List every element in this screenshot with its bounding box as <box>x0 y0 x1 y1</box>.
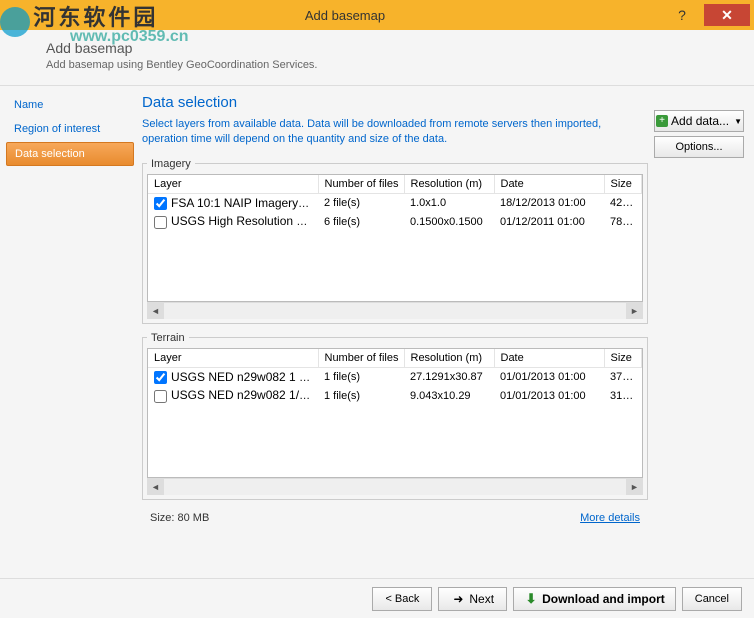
cell-layer: USGS High Resolution Orthoim... <box>171 214 318 228</box>
cell-layer: USGS NED n29w082 1/3 arc-sec... <box>171 388 318 402</box>
cell-files: 2 file(s) <box>318 193 404 212</box>
cell-res: 27.1291x30.87 <box>404 367 494 386</box>
col-size[interactable]: Size <box>604 349 642 368</box>
dialog-header: Add basemap Add basemap using Bentley Ge… <box>0 30 754 86</box>
close-button[interactable]: ✕ <box>704 4 750 26</box>
cell-date: 01/01/2013 01:00 <box>494 386 604 405</box>
titlebar: Add basemap ? ✕ <box>0 0 754 30</box>
scroll-left-icon[interactable]: ◄ <box>147 302 164 319</box>
header-subtitle: Add basemap using Bentley GeoCoordinatio… <box>46 59 736 71</box>
table-row[interactable]: USGS NED n29w082 1 arc-seco... 1 file(s)… <box>148 367 642 386</box>
group-imagery: Imagery Layer Number of files Resolution… <box>142 158 648 324</box>
row-checkbox[interactable] <box>154 197 167 210</box>
cell-files: 1 file(s) <box>318 367 404 386</box>
cell-date: 01/01/2013 01:00 <box>494 367 604 386</box>
col-date[interactable]: Date <box>494 349 604 368</box>
table-row[interactable]: USGS High Resolution Orthoim... 6 file(s… <box>148 212 642 231</box>
col-size[interactable]: Size <box>604 175 642 194</box>
download-icon: ⬇ <box>524 592 538 606</box>
col-files[interactable]: Number of files <box>318 349 404 368</box>
row-checkbox[interactable] <box>154 390 167 403</box>
cell-date: 01/12/2011 01:00 <box>494 212 604 231</box>
scroll-right-icon[interactable]: ► <box>626 302 643 319</box>
row-checkbox[interactable] <box>154 371 167 384</box>
cell-size: 781 MB <box>604 212 642 231</box>
col-layer[interactable]: Layer <box>148 175 318 194</box>
add-data-button[interactable]: + Add data... ▼ <box>654 110 744 132</box>
col-date[interactable]: Date <box>494 175 604 194</box>
cell-date: 18/12/2013 01:00 <box>494 193 604 212</box>
app-icon <box>4 4 26 26</box>
dialog-footer: < Back ➜ Next ⬇ Download and import Canc… <box>0 578 754 618</box>
header-title: Add basemap <box>46 40 736 56</box>
options-button[interactable]: Options... <box>654 136 744 158</box>
group-terrain: Terrain Layer Number of files Resolution… <box>142 332 648 500</box>
chevron-down-icon: ▼ <box>734 117 742 126</box>
sidebar-item-region[interactable]: Region of interest <box>6 118 134 140</box>
group-imagery-legend: Imagery <box>147 158 195 170</box>
group-terrain-legend: Terrain <box>147 332 189 344</box>
table-row[interactable]: USGS NED n29w082 1/3 arc-sec... 1 file(s… <box>148 386 642 405</box>
more-details-link[interactable]: More details <box>580 512 640 524</box>
terrain-listview[interactable]: Layer Number of files Resolution (m) Dat… <box>147 348 643 478</box>
plus-icon: + <box>656 115 668 127</box>
window-title: Add basemap <box>30 8 660 23</box>
col-res[interactable]: Resolution (m) <box>404 175 494 194</box>
cell-size: 42 MB <box>604 193 642 212</box>
page-title: Data selection <box>142 94 648 111</box>
cell-files: 6 file(s) <box>318 212 404 231</box>
imagery-listview[interactable]: Layer Number of files Resolution (m) Dat… <box>147 174 643 302</box>
cell-layer: FSA 10:1 NAIP Imagery m_2808... <box>171 196 318 210</box>
imagery-scrollbar[interactable]: ◄ ► <box>147 302 643 319</box>
scroll-right-icon[interactable]: ► <box>626 478 643 495</box>
terrain-scrollbar[interactable]: ◄ ► <box>147 478 643 495</box>
col-layer[interactable]: Layer <box>148 349 318 368</box>
cell-res: 0.1500x0.1500 <box>404 212 494 231</box>
total-size-label: Size: 80 MB <box>150 512 209 524</box>
next-icon: ➜ <box>451 592 465 606</box>
cell-res: 1.0x1.0 <box>404 193 494 212</box>
cell-files: 1 file(s) <box>318 386 404 405</box>
row-checkbox[interactable] <box>154 216 167 229</box>
page-description: Select layers from available data. Data … <box>142 117 648 148</box>
sidebar-item-data-selection[interactable]: Data selection <box>6 142 134 166</box>
cell-layer: USGS NED n29w082 1 arc-seco... <box>171 370 318 384</box>
cell-size: 37 MB <box>604 367 642 386</box>
table-row[interactable]: FSA 10:1 NAIP Imagery m_2808... 2 file(s… <box>148 193 642 212</box>
sidebar-item-name[interactable]: Name <box>6 94 134 116</box>
help-button[interactable]: ? <box>660 4 704 26</box>
col-res[interactable]: Resolution (m) <box>404 349 494 368</box>
wizard-sidebar: Name Region of interest Data selection <box>0 86 140 578</box>
scroll-left-icon[interactable]: ◄ <box>147 478 164 495</box>
col-files[interactable]: Number of files <box>318 175 404 194</box>
cell-size: 316 MB <box>604 386 642 405</box>
cell-res: 9.043x10.29 <box>404 386 494 405</box>
